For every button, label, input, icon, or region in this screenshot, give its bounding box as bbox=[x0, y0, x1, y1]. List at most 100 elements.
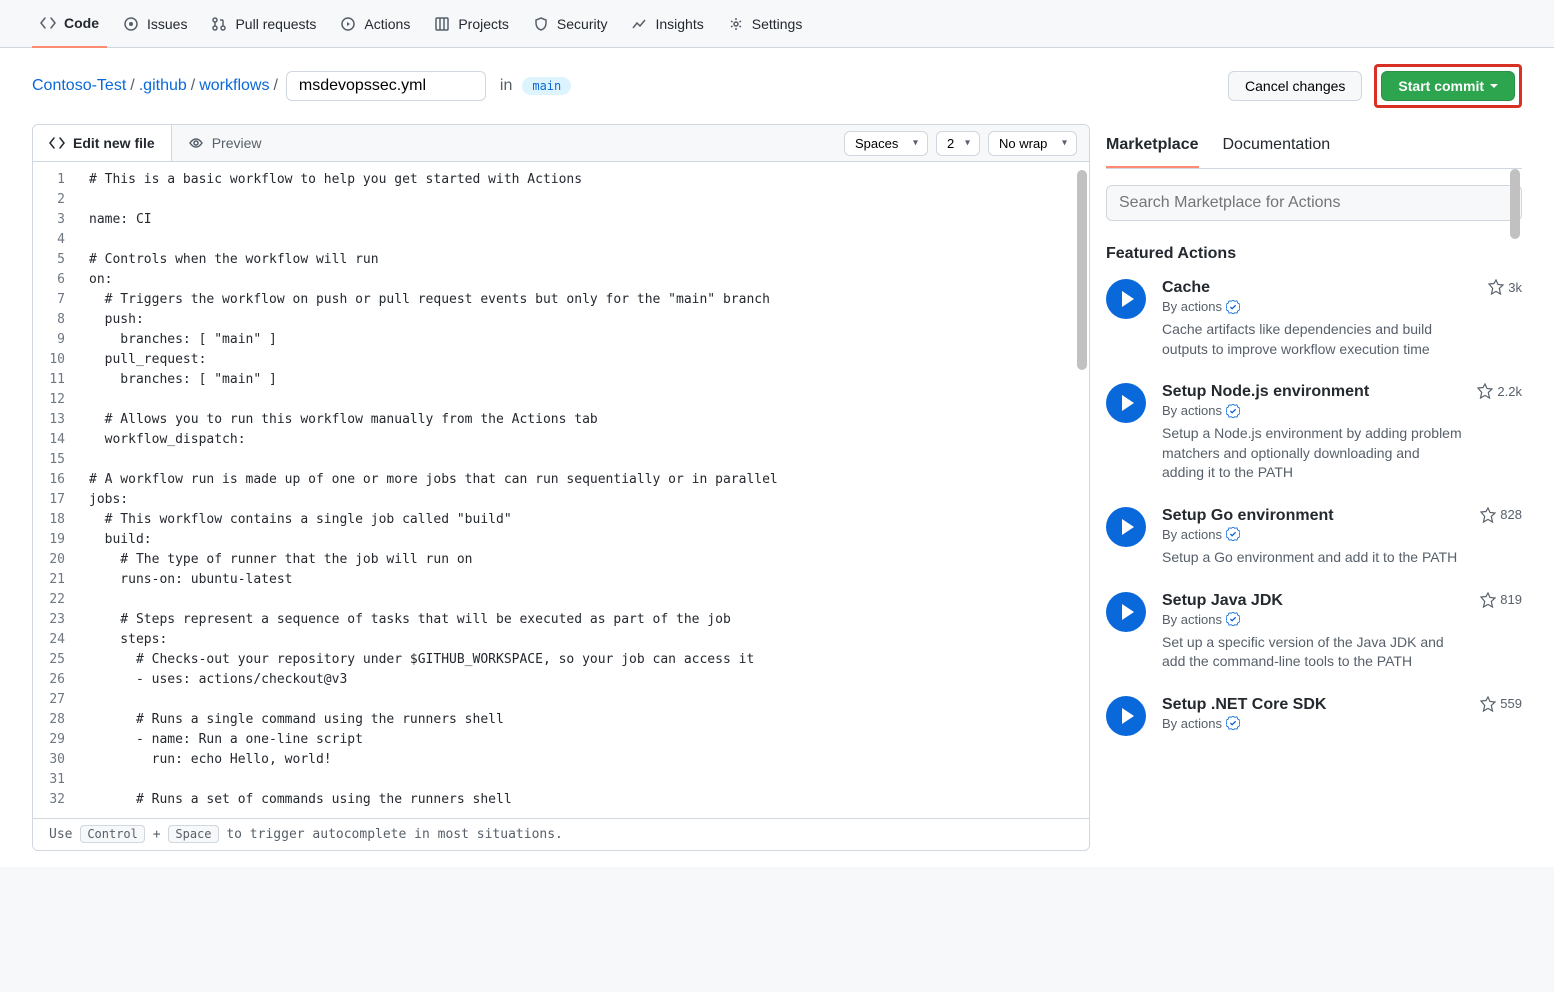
tab-projects[interactable]: Projects bbox=[426, 0, 517, 48]
repo-tabs: Code Issues Pull requests Actions Projec… bbox=[0, 0, 1554, 48]
action-card[interactable]: Cache By actions Cache artifacts like de… bbox=[1106, 279, 1522, 359]
filename-input[interactable] bbox=[286, 71, 486, 101]
action-star-count: 3k bbox=[1508, 280, 1522, 295]
pull-request-icon bbox=[211, 16, 227, 32]
side-body: Featured Actions Cache By actions Cache … bbox=[1106, 169, 1522, 851]
side-tabs: Marketplace Documentation bbox=[1106, 124, 1522, 169]
tab-label: Settings bbox=[752, 16, 803, 32]
action-stars: 3k bbox=[1488, 279, 1522, 295]
tab-issues[interactable]: Issues bbox=[115, 0, 195, 48]
tab-label: Security bbox=[557, 16, 608, 32]
verified-icon bbox=[1226, 612, 1240, 626]
tab-code[interactable]: Code bbox=[32, 0, 107, 48]
star-icon bbox=[1480, 696, 1496, 712]
branch-pill[interactable]: main bbox=[522, 77, 571, 95]
action-author-text: By actions bbox=[1162, 612, 1222, 627]
action-info: Cache By actions Cache artifacts like de… bbox=[1162, 279, 1522, 359]
indent-size-select[interactable]: 2 bbox=[936, 131, 980, 156]
editor-scrollbar[interactable] bbox=[1077, 170, 1087, 370]
editor-toolbar: Spaces 2 No wrap bbox=[844, 131, 1089, 156]
tab-label: Actions bbox=[364, 16, 410, 32]
action-author: By actions bbox=[1162, 527, 1462, 542]
project-icon bbox=[434, 16, 450, 32]
key-space: Space bbox=[168, 825, 218, 843]
tab-actions[interactable]: Actions bbox=[332, 0, 418, 48]
code-editor[interactable]: 1234567891011121314151617181920212223242… bbox=[33, 162, 1089, 818]
breadcrumb-link[interactable]: .github bbox=[139, 77, 187, 95]
verified-icon bbox=[1226, 300, 1240, 314]
tab-pull-requests[interactable]: Pull requests bbox=[203, 0, 324, 48]
marketplace-panel: Marketplace Documentation Featured Actio… bbox=[1106, 124, 1522, 851]
action-star-count: 2.2k bbox=[1497, 384, 1522, 399]
play-icon bbox=[340, 16, 356, 32]
tab-insights[interactable]: Insights bbox=[623, 0, 711, 48]
action-info: Setup Node.js environment By actions Set… bbox=[1162, 383, 1522, 483]
breadcrumb: Contoso-Test / .github / workflows / in … bbox=[32, 71, 1228, 101]
code-icon bbox=[49, 135, 65, 151]
start-commit-highlight: Start commit bbox=[1374, 64, 1522, 108]
action-card[interactable]: Setup Node.js environment By actions Set… bbox=[1106, 383, 1522, 483]
action-author-text: By actions bbox=[1162, 716, 1222, 731]
indent-select[interactable]: Spaces bbox=[844, 131, 928, 156]
action-info: Setup .NET Core SDK By actions bbox=[1162, 696, 1522, 736]
code-icon bbox=[40, 15, 56, 31]
key-control: Control bbox=[80, 825, 145, 843]
action-author: By actions bbox=[1162, 612, 1462, 627]
action-description: Set up a specific version of the Java JD… bbox=[1162, 633, 1462, 672]
graph-icon bbox=[631, 16, 647, 32]
action-stars: 559 bbox=[1480, 696, 1522, 712]
tab-preview[interactable]: Preview bbox=[172, 125, 278, 161]
tab-marketplace[interactable]: Marketplace bbox=[1106, 124, 1199, 168]
content-area: Edit new file Preview Spaces 2 No wrap 1… bbox=[0, 124, 1554, 867]
action-play-icon bbox=[1106, 592, 1146, 632]
start-commit-button[interactable]: Start commit bbox=[1381, 71, 1515, 101]
breadcrumb-sep: / bbox=[130, 77, 134, 95]
code-content[interactable]: # This is a basic workflow to help you g… bbox=[77, 162, 1089, 818]
side-scrollbar[interactable] bbox=[1510, 169, 1520, 239]
tab-security[interactable]: Security bbox=[525, 0, 616, 48]
gear-icon bbox=[728, 16, 744, 32]
search-marketplace-input[interactable] bbox=[1106, 185, 1522, 221]
action-author-text: By actions bbox=[1162, 299, 1222, 314]
featured-actions-title: Featured Actions bbox=[1106, 245, 1522, 263]
action-author: By actions bbox=[1162, 299, 1462, 314]
action-card[interactable]: Setup .NET Core SDK By actions 559 bbox=[1106, 696, 1522, 736]
verified-icon bbox=[1226, 716, 1240, 730]
action-stars: 2.2k bbox=[1477, 383, 1522, 399]
in-label: in bbox=[500, 77, 512, 95]
tab-edit-file[interactable]: Edit new file bbox=[33, 125, 172, 161]
action-author: By actions bbox=[1162, 403, 1462, 418]
star-icon bbox=[1488, 279, 1504, 295]
shield-icon bbox=[533, 16, 549, 32]
wrap-select[interactable]: No wrap bbox=[988, 131, 1077, 156]
action-info: Setup Java JDK By actions Set up a speci… bbox=[1162, 592, 1522, 672]
action-play-icon bbox=[1106, 696, 1146, 736]
breadcrumb-repo[interactable]: Contoso-Test bbox=[32, 77, 126, 95]
verified-icon bbox=[1226, 527, 1240, 541]
breadcrumb-sep: / bbox=[273, 77, 277, 95]
tab-edit-label: Edit new file bbox=[73, 135, 155, 151]
tab-documentation[interactable]: Documentation bbox=[1223, 124, 1331, 168]
action-description: Setup a Node.js environment by adding pr… bbox=[1162, 424, 1462, 483]
tab-label: Pull requests bbox=[235, 16, 316, 32]
tab-label: Insights bbox=[655, 16, 703, 32]
star-icon bbox=[1480, 592, 1496, 608]
line-numbers: 1234567891011121314151617181920212223242… bbox=[33, 162, 77, 818]
eye-icon bbox=[188, 135, 204, 151]
action-card[interactable]: Setup Java JDK By actions Set up a speci… bbox=[1106, 592, 1522, 672]
caret-down-icon bbox=[1490, 84, 1498, 88]
action-stars: 828 bbox=[1480, 507, 1522, 523]
action-description: Cache artifacts like dependencies and bu… bbox=[1162, 320, 1462, 359]
action-title: Setup Go environment bbox=[1162, 507, 1462, 525]
action-star-count: 559 bbox=[1500, 696, 1522, 711]
action-title: Setup Node.js environment bbox=[1162, 383, 1462, 401]
breadcrumb-link[interactable]: workflows bbox=[199, 77, 269, 95]
tab-label: Projects bbox=[458, 16, 509, 32]
start-commit-label: Start commit bbox=[1398, 78, 1484, 94]
action-author: By actions bbox=[1162, 716, 1462, 731]
tab-settings[interactable]: Settings bbox=[720, 0, 811, 48]
cancel-button[interactable]: Cancel changes bbox=[1228, 71, 1362, 101]
action-author-text: By actions bbox=[1162, 403, 1222, 418]
action-card[interactable]: Setup Go environment By actions Setup a … bbox=[1106, 507, 1522, 568]
autocomplete-hint: Use Control + Space to trigger autocompl… bbox=[33, 818, 1089, 850]
